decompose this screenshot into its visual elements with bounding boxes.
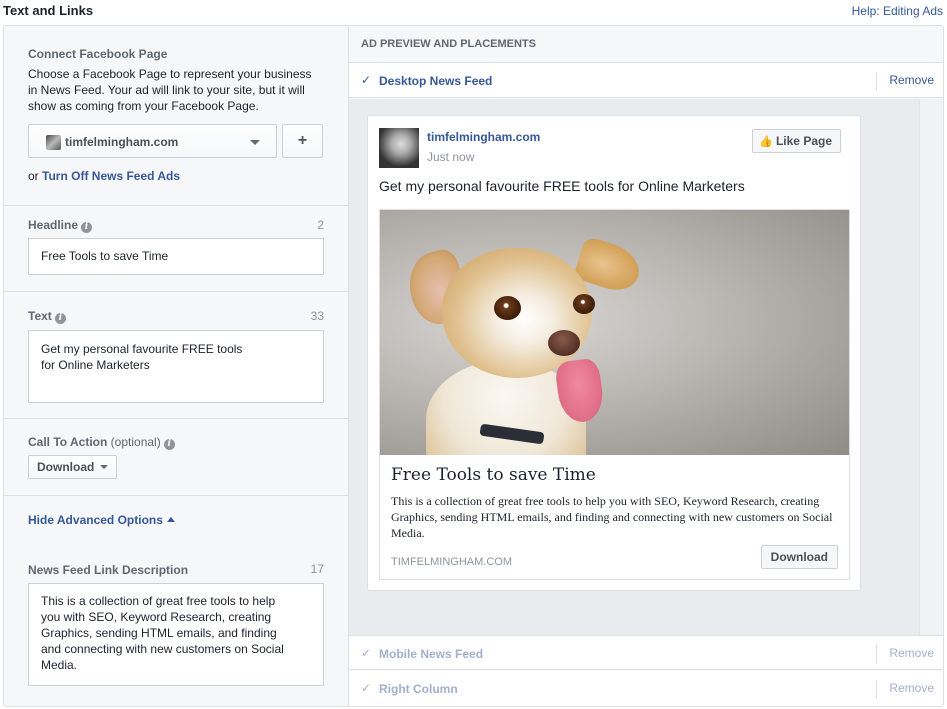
connect-page-label: Connect Facebook Page bbox=[28, 47, 168, 61]
link-description-input[interactable]: This is a collection of great free tools… bbox=[28, 583, 324, 686]
link-description-count: 17 bbox=[310, 562, 324, 576]
text-input[interactable]: Get my personal favourite FREE tools for… bbox=[28, 330, 324, 403]
download-cta-button[interactable]: Download bbox=[760, 545, 838, 569]
help-editing-ads-link[interactable]: Help: Editing Ads bbox=[852, 4, 943, 18]
ad-domain: TIMFELMINGHAM.COM bbox=[391, 556, 512, 568]
headline-label: Headline i bbox=[28, 218, 324, 233]
placement-mobile-news-feed[interactable]: ✓ Mobile News Feed Remove bbox=[349, 635, 943, 670]
headline-input[interactable]: Free Tools to save Time bbox=[28, 238, 324, 275]
page-avatar bbox=[379, 128, 419, 168]
placement-right-column[interactable]: ✓ Right Column Remove bbox=[349, 671, 943, 706]
advanced-section: Hide Advanced Options News Feed Link Des… bbox=[4, 496, 348, 686]
placement-desktop-news-feed[interactable]: ✓ Desktop News Feed Remove bbox=[349, 63, 943, 98]
page-selector[interactable]: timfelmingham.com bbox=[28, 124, 277, 158]
ad-preview-card: timfelmingham.com Just now 👍 Like Page Ge… bbox=[367, 115, 861, 591]
check-icon: ✓ bbox=[361, 73, 372, 87]
ad-preview-header: AD PREVIEW AND PLACEMENTS bbox=[349, 26, 943, 63]
cta-section: Call To Action (optional) i Download bbox=[4, 419, 348, 496]
add-page-button[interactable]: + bbox=[282, 124, 323, 158]
preview-scrollbar[interactable] bbox=[919, 99, 943, 635]
turn-off-news-feed-ads-link[interactable]: Turn Off News Feed Ads bbox=[42, 169, 180, 183]
remove-placement-button[interactable]: Remove bbox=[876, 645, 943, 663]
ad-image bbox=[380, 210, 849, 455]
info-icon[interactable]: i bbox=[163, 439, 175, 450]
text-label: Text i bbox=[28, 309, 324, 324]
text-links-form: Connect Facebook Page Choose a Facebook … bbox=[4, 26, 349, 706]
ad-link-box[interactable]: Free Tools to save Time This is a collec… bbox=[379, 209, 850, 580]
section-title: Text and Links bbox=[3, 3, 94, 18]
remove-placement-button[interactable]: Remove bbox=[876, 72, 943, 90]
link-description-label: News Feed Link Description bbox=[28, 563, 189, 577]
post-text: Get my personal favourite FREE tools for… bbox=[379, 178, 745, 194]
connect-page-description: Choose a Facebook Page to represent your… bbox=[28, 67, 312, 113]
like-page-button[interactable]: 👍 Like Page bbox=[752, 129, 841, 153]
post-timestamp: Just now bbox=[427, 150, 475, 164]
cta-dropdown[interactable]: Download bbox=[28, 455, 118, 479]
check-icon: ✓ bbox=[361, 681, 372, 695]
text-count: 33 bbox=[310, 309, 324, 323]
page-avatar-icon bbox=[46, 135, 61, 150]
info-icon[interactable]: i bbox=[54, 313, 66, 324]
or-text: or bbox=[28, 169, 43, 183]
preview-area: timfelmingham.com Just now 👍 Like Page Ge… bbox=[349, 99, 943, 635]
headline-count: 2 bbox=[317, 218, 324, 232]
dog-eye-shape bbox=[573, 294, 595, 314]
page-name-link[interactable]: timfelmingham.com bbox=[427, 130, 540, 144]
turn-off-line: or Turn Off News Feed Ads bbox=[28, 169, 324, 183]
placement-name[interactable]: Right Column bbox=[379, 682, 458, 696]
ad-preview-panel: AD PREVIEW AND PLACEMENTS ✓ Desktop News… bbox=[349, 26, 943, 706]
info-icon[interactable]: i bbox=[81, 222, 93, 233]
dog-eye-shape bbox=[494, 296, 521, 320]
ad-headline: Free Tools to save Time bbox=[391, 465, 596, 485]
selected-page-name: timfelmingham.com bbox=[65, 135, 179, 149]
hide-advanced-options-toggle[interactable]: Hide Advanced Options bbox=[28, 513, 324, 527]
placement-name[interactable]: Mobile News Feed bbox=[379, 647, 483, 661]
remove-placement-button[interactable]: Remove bbox=[876, 680, 943, 698]
text-section: Text i 33 Get my personal favourite FREE … bbox=[4, 292, 348, 419]
dog-nose-shape bbox=[548, 330, 580, 356]
chevron-up-icon bbox=[166, 517, 175, 522]
chevron-down-icon bbox=[250, 140, 260, 145]
editor-frame: Connect Facebook Page Choose a Facebook … bbox=[3, 25, 944, 707]
thumbs-up-icon: 👍 bbox=[759, 136, 773, 148]
check-icon: ✓ bbox=[361, 646, 372, 660]
cta-label: Call To Action (optional) i bbox=[28, 435, 324, 450]
placement-name[interactable]: Desktop News Feed bbox=[379, 74, 492, 88]
connect-page-section: Connect Facebook Page Choose a Facebook … bbox=[4, 26, 348, 206]
chevron-down-icon bbox=[100, 465, 109, 469]
headline-section: Headline i 2 Free Tools to save Time bbox=[4, 206, 348, 292]
ad-description: This is a collection of great free tools… bbox=[391, 494, 833, 540]
